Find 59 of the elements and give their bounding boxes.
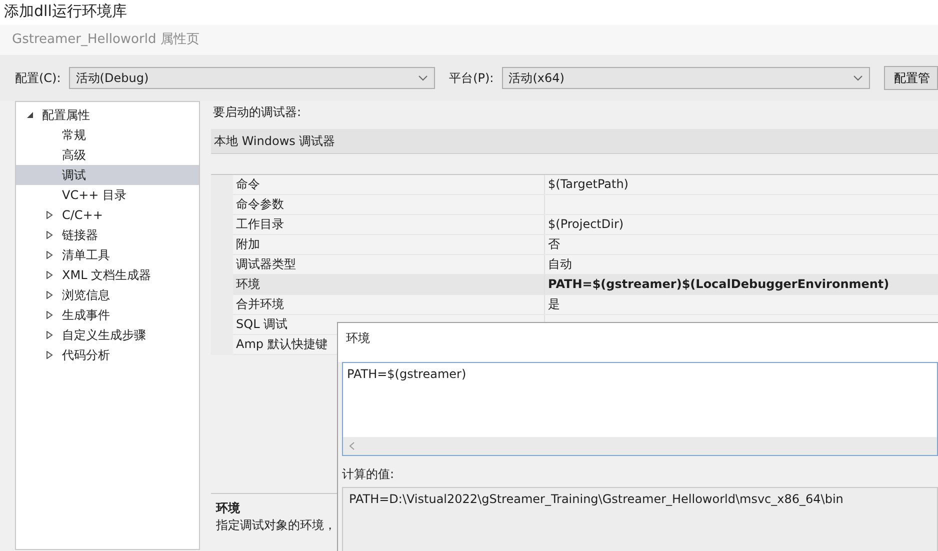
property-name: 工作目录 <box>233 215 545 234</box>
tree-item[interactable]: C/C++ <box>16 205 199 225</box>
property-row[interactable]: 命令参数 <box>233 195 938 215</box>
chevron-down-icon <box>853 73 863 83</box>
tree-item[interactable]: 链接器 <box>16 225 199 245</box>
tree-item[interactable]: 清单工具 <box>16 245 199 265</box>
description-title: 环境 <box>216 500 241 517</box>
property-row[interactable]: 工作目录 $(ProjectDir) <box>233 215 938 235</box>
collapsed-arrow-icon[interactable] <box>46 271 53 279</box>
evaluated-value-field[interactable]: PATH=D:\Vistual2022\gStreamer_Training\Gstreamer_Helloworld\msvc_x86_64\bin <box>342 487 938 551</box>
property-row[interactable]: 合并环境 是 <box>233 295 938 315</box>
collapsed-arrow-icon[interactable] <box>46 211 53 219</box>
debugger-selector[interactable]: 本地 Windows 调试器 <box>211 129 938 154</box>
description-text: 指定调试对象的环境， <box>216 518 336 532</box>
tree-item[interactable]: 代码分析 <box>16 345 199 365</box>
property-name: 命令参数 <box>233 195 545 214</box>
tree-item[interactable]: 调试 <box>16 165 199 185</box>
platform-dropdown[interactable]: 活动(x64) <box>502 67 870 89</box>
property-value: $(ProjectDir) <box>548 217 624 231</box>
property-value: 否 <box>548 237 560 251</box>
property-value: 自动 <box>548 257 572 271</box>
property-name: 合并环境 <box>233 295 545 314</box>
text-editor[interactable]: PATH=$(gstreamer) <box>342 362 938 456</box>
property-row[interactable]: 附加 否 <box>233 235 938 255</box>
expanded-arrow-icon[interactable] <box>27 111 34 119</box>
property-name: 环境 <box>233 275 545 294</box>
property-name: 命令 <box>233 175 545 194</box>
collapsed-arrow-icon[interactable] <box>46 351 53 359</box>
configuration-manager-button[interactable]: 配置管 <box>884 66 938 90</box>
page-title: 添加dll运行环境库 <box>4 2 127 20</box>
collapsed-arrow-icon[interactable] <box>46 331 53 339</box>
tree-item[interactable]: XML 文档生成器 <box>16 265 199 285</box>
chevron-down-icon <box>418 73 428 83</box>
tree-item[interactable]: 配置属性 <box>16 105 199 125</box>
horizontal-scrollbar[interactable] <box>343 437 937 455</box>
tree-item[interactable]: VC++ 目录 <box>16 185 199 205</box>
property-name: 调试器类型 <box>233 255 545 274</box>
collapsed-arrow-icon[interactable] <box>46 251 53 259</box>
property-value: $(TargetPath) <box>548 177 628 191</box>
tree-item[interactable]: 高级 <box>16 145 199 165</box>
tree-item[interactable]: 常规 <box>16 125 199 145</box>
window-title: Gstreamer_Helloworld 属性页 <box>12 32 200 47</box>
property-row[interactable]: 调试器类型 自动 <box>233 255 938 275</box>
tree-item[interactable]: 自定义生成步骤 <box>16 325 199 345</box>
configuration-label: 配置(C): <box>15 70 61 86</box>
tree-item[interactable]: 生成事件 <box>16 305 199 325</box>
platform-label: 平台(P): <box>449 70 494 86</box>
property-value: PATH=$(gstreamer)$(LocalDebuggerEnvironment) <box>548 277 890 291</box>
property-value: 是 <box>548 297 560 311</box>
property-name: 附加 <box>233 235 545 254</box>
tree-item[interactable]: 浏览信息 <box>16 285 199 305</box>
collapsed-arrow-icon[interactable] <box>46 291 53 299</box>
property-row[interactable]: 命令 $(TargetPath) <box>233 175 938 195</box>
debugger-label: 要启动的调试器: <box>213 105 302 119</box>
evaluated-label: 计算的值: <box>342 467 394 481</box>
collapsed-arrow-icon[interactable] <box>46 231 53 239</box>
collapsed-arrow-icon[interactable] <box>46 311 53 319</box>
configuration-dropdown[interactable]: 活动(Debug) <box>68 67 436 89</box>
property-row[interactable]: 环境 PATH=$(gstreamer)$(LocalDebuggerEnvironment) <box>233 275 938 295</box>
